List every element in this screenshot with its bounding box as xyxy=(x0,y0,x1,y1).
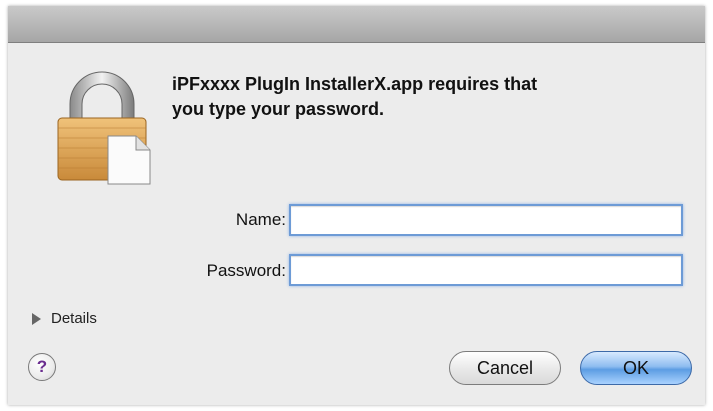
dialog-message: iPFxxxx PlugIn InstallerX.app requires t… xyxy=(172,74,538,119)
cancel-button[interactable]: Cancel xyxy=(449,351,561,385)
password-label: Password: xyxy=(206,261,286,280)
dialog-titlebar xyxy=(8,6,705,43)
lock-document-icon xyxy=(57,71,151,185)
ok-button[interactable]: OK xyxy=(580,351,692,385)
name-label: Name: xyxy=(235,210,286,229)
details-toggle[interactable]: Details xyxy=(32,310,97,327)
name-field[interactable] xyxy=(289,204,683,236)
disclosure-triangle-icon xyxy=(32,312,41,325)
password-dialog: iPFxxxx PlugIn InstallerX.app requires t… xyxy=(8,6,705,405)
help-button[interactable]: ? xyxy=(28,353,56,381)
help-icon: ? xyxy=(36,357,48,376)
password-field[interactable] xyxy=(289,254,683,286)
details-label: Details xyxy=(51,310,97,327)
